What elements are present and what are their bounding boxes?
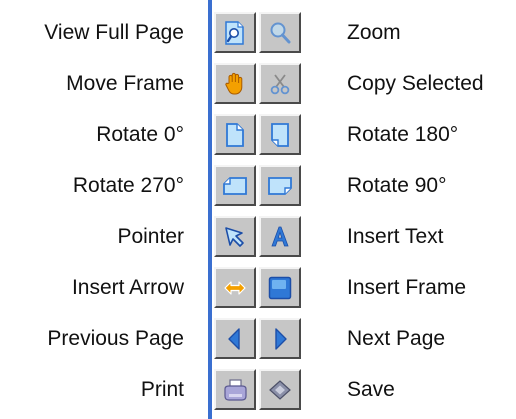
print-button[interactable] (214, 369, 256, 410)
copy-selected-icon (270, 73, 290, 94)
previous-page-button[interactable] (214, 318, 256, 359)
insert-frame-button[interactable] (259, 267, 301, 308)
rotate-90-button[interactable] (259, 165, 301, 206)
rotate-180-button[interactable] (259, 114, 301, 155)
insert-arrow-button[interactable] (214, 267, 256, 308)
toolbar (205, 0, 322, 419)
rotate-0-icon (226, 122, 244, 147)
label-pointer: Pointer (117, 225, 184, 248)
label-copy-selected: Copy Selected (347, 72, 484, 95)
pointer-button[interactable] (214, 216, 256, 257)
pointer-icon (225, 226, 244, 247)
rotate-270-button[interactable] (214, 165, 256, 206)
label-rotate-180: Rotate 180° (347, 123, 459, 146)
rotate-0-button[interactable] (214, 114, 256, 155)
zoom-button[interactable] (259, 12, 301, 53)
label-save: Save (347, 378, 395, 401)
next-page-button[interactable] (259, 318, 301, 359)
label-zoom: Zoom (347, 21, 401, 44)
move-frame-icon (225, 72, 243, 94)
save-button[interactable] (259, 369, 301, 410)
toolbar-legend: View Full Page Move Frame Rotate 0° Rota… (0, 0, 516, 419)
label-insert-text: Insert Text (347, 225, 444, 248)
previous-page-icon (228, 327, 240, 350)
label-rotate-90: Rotate 90° (347, 174, 447, 197)
move-frame-button[interactable] (214, 63, 256, 104)
label-rotate-0: Rotate 0° (96, 123, 184, 146)
rotate-180-icon (271, 122, 289, 147)
save-icon (269, 379, 291, 400)
label-insert-arrow: Insert Arrow (71, 276, 184, 299)
next-page-icon (275, 327, 287, 350)
rotate-90-icon (268, 176, 292, 195)
view-full-page-button[interactable] (214, 12, 256, 53)
label-print: Print (140, 378, 184, 401)
label-rotate-270: Rotate 270° (72, 174, 184, 197)
label-previous-page: Previous Page (47, 327, 184, 350)
copy-selected-button[interactable] (259, 63, 301, 104)
zoom-icon (270, 22, 291, 43)
insert-text-button[interactable] (259, 216, 301, 257)
print-icon (224, 378, 247, 401)
toolbar-track (208, 0, 212, 419)
label-next-page: Next Page (347, 327, 446, 350)
view-full-page-icon (225, 20, 244, 45)
label-move-frame: Move Frame (66, 72, 184, 95)
label-view-full-page: View Full Page (44, 21, 184, 44)
insert-frame-icon (268, 276, 292, 299)
rotate-270-icon (223, 176, 247, 195)
insert-text-icon (271, 226, 289, 246)
label-insert-frame: Insert Frame (347, 276, 467, 299)
insert-arrow-icon (224, 280, 246, 295)
